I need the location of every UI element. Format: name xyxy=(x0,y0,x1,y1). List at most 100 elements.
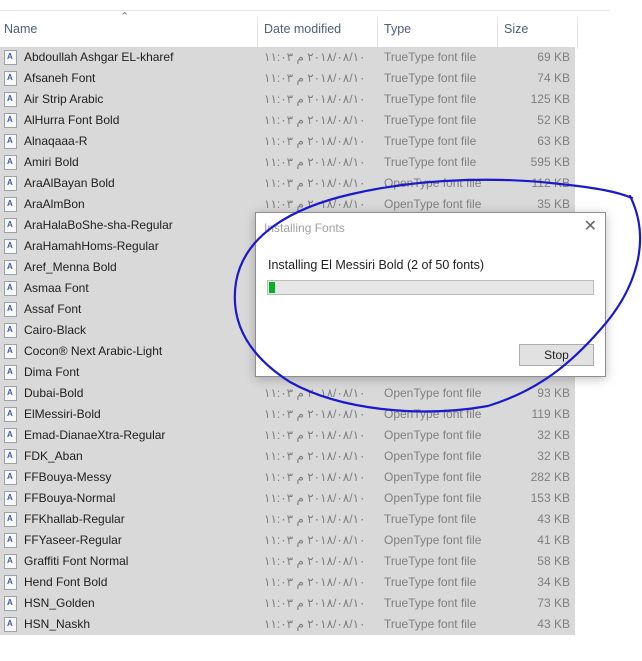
file-date: ٢٠١٨/٠٨/١٠ م ١١:٠٣ xyxy=(264,596,366,610)
file-date: ٢٠١٨/٠٨/١٠ م ١١:٠٣ xyxy=(264,449,366,463)
file-size: 153 KB xyxy=(530,491,570,505)
column-divider[interactable] xyxy=(497,17,498,49)
column-name-label: Name xyxy=(4,22,38,36)
file-date: ٢٠١٨/٠٨/١٠ م ١١:٠٣ xyxy=(264,407,366,421)
column-divider[interactable] xyxy=(257,17,258,49)
font-file-icon xyxy=(4,323,17,338)
file-name: FFKhallab-Regular xyxy=(24,512,125,526)
file-name: AraHamahHoms-Regular xyxy=(24,239,159,253)
column-divider[interactable] xyxy=(377,17,378,49)
file-size: 69 KB xyxy=(537,50,570,64)
file-row[interactable]: FFKhallab-Regular ٢٠١٨/٠٨/١٠ م ١١:٠٣ TrueT… xyxy=(0,509,575,530)
file-row[interactable]: FFYaseer-Regular ٢٠١٨/٠٨/١٠ م ١١:٠٣ OpenTy… xyxy=(0,530,575,551)
file-row[interactable]: Air Strip Arabic ٢٠١٨/٠٨/١٠ م ١١:٠٣ TrueTy… xyxy=(0,89,575,110)
column-type-label: Type xyxy=(384,22,412,36)
file-name: AraAlBayan Bold xyxy=(24,176,115,190)
file-name: FFBouya-Messy xyxy=(24,470,112,484)
file-row[interactable]: FDK_Aban ٢٠١٨/٠٨/١٠ م ١١:٠٣ OpenType font … xyxy=(0,446,575,467)
file-row[interactable]: Afsaneh Font ٢٠١٨/٠٨/١٠ م ١١:٠٣ TrueType f… xyxy=(0,68,575,89)
file-date: ٢٠١٨/٠٨/١٠ م ١١:٠٣ xyxy=(264,470,366,484)
file-size: 32 KB xyxy=(537,449,570,463)
file-type: TrueType font file xyxy=(384,617,477,631)
file-date: ٢٠١٨/٠٨/١٠ م ١١:٠٣ xyxy=(264,176,366,190)
file-date: ٢٠١٨/٠٨/١٠ م ١١:٠٣ xyxy=(264,491,366,505)
file-type: OpenType font file xyxy=(384,386,482,400)
file-name: FDK_Aban xyxy=(24,449,83,463)
file-row[interactable]: Alnaqaaa-R ٢٠١٨/٠٨/١٠ م ١١:٠٣ TrueType fon… xyxy=(0,131,575,152)
file-name: FFBouya-Normal xyxy=(24,491,116,505)
font-file-icon xyxy=(4,239,17,254)
file-name: Amiri Bold xyxy=(24,155,79,169)
file-size: 119 KB xyxy=(531,407,570,421)
file-size: 282 KB xyxy=(530,470,570,484)
file-date: ٢٠١٨/٠٨/١٠ م ١١:٠٣ xyxy=(264,71,366,85)
file-name: Cairo-Black xyxy=(24,323,87,337)
file-type: OpenType font file xyxy=(384,428,482,442)
file-date: ٢٠١٨/٠٨/١٠ م ١١:٠٣ xyxy=(264,512,366,526)
file-type: TrueType font file xyxy=(384,134,477,148)
file-size: 32 KB xyxy=(537,428,570,442)
file-type: TrueType font file xyxy=(384,113,477,127)
font-file-icon xyxy=(4,218,17,233)
file-row[interactable]: Amiri Bold ٢٠١٨/٠٨/١٠ م ١١:٠٣ TrueType fon… xyxy=(0,152,575,173)
file-row[interactable]: HSN_Golden ٢٠١٨/٠٨/١٠ م ١١:٠٣ TrueType fon… xyxy=(0,593,575,614)
file-row[interactable]: ElMessiri-Bold ٢٠١٨/٠٨/١٠ م ١١:٠٣ OpenType… xyxy=(0,404,575,425)
file-name: Aref_Menna Bold xyxy=(24,260,117,274)
file-type: TrueType font file xyxy=(384,575,477,589)
font-file-icon xyxy=(4,155,17,170)
file-size: 74 KB xyxy=(537,71,570,85)
file-size: 43 KB xyxy=(537,617,570,631)
font-file-icon xyxy=(4,554,17,569)
file-row[interactable]: Graffiti Font Normal ٢٠١٨/٠٨/١٠ م ١١:٠٣ Tr… xyxy=(0,551,575,572)
file-row[interactable]: Hend Font Bold ٢٠١٨/٠٨/١٠ م ١١:٠٣ TrueType… xyxy=(0,572,575,593)
file-name: HSN_Naskh xyxy=(24,617,91,631)
file-name: Emad-DianaeXtra-Regular xyxy=(24,428,166,442)
font-file-icon xyxy=(4,617,17,632)
file-name: FFYaseer-Regular xyxy=(24,533,122,547)
file-size: 41 KB xyxy=(537,533,570,547)
file-size: 93 KB xyxy=(537,386,570,400)
file-row[interactable]: Abdoullah Ashgar EL-kharef ٢٠١٨/٠٨/١٠ م ١… xyxy=(0,47,575,68)
file-row[interactable]: Emad-DianaeXtra-Regular ٢٠١٨/٠٨/١٠ م ١١:٠… xyxy=(0,425,575,446)
file-row[interactable]: HSN_Naskh ٢٠١٨/٠٨/١٠ م ١١:٠٣ TrueType font… xyxy=(0,614,575,635)
file-date: ٢٠١٨/٠٨/١٠ م ١١:٠٣ xyxy=(264,575,366,589)
column-divider[interactable] xyxy=(577,17,578,49)
progress-bar xyxy=(267,280,594,295)
file-row[interactable]: Dubai-Bold ٢٠١٨/٠٨/١٠ م ١١:٠٣ OpenType fon… xyxy=(0,383,575,404)
file-row[interactable]: AraAlBayan Bold ٢٠١٨/٠٨/١٠ م ١١:٠٣ OpenTyp… xyxy=(0,173,575,194)
file-size: 63 KB xyxy=(537,134,570,148)
file-type: OpenType font file xyxy=(384,176,482,190)
file-row[interactable]: FFBouya-Normal ٢٠١٨/٠٨/١٠ م ١١:٠٣ OpenType… xyxy=(0,488,575,509)
file-type: TrueType font file xyxy=(384,92,477,106)
font-file-icon xyxy=(4,470,17,485)
file-date: ٢٠١٨/٠٨/١٠ م ١١:٠٣ xyxy=(264,554,366,568)
column-size[interactable]: Size xyxy=(500,11,577,47)
file-row[interactable]: AlHurra Font Bold ٢٠١٨/٠٨/١٠ م ١١:٠٣ TrueT… xyxy=(0,110,575,131)
file-type: TrueType font file xyxy=(384,155,477,169)
column-name[interactable]: Name xyxy=(0,11,256,47)
file-name: Assaf Font xyxy=(24,302,82,316)
font-file-icon xyxy=(4,344,17,359)
file-date: ٢٠١٨/٠٨/١٠ م ١١:٠٣ xyxy=(264,50,366,64)
file-date: ٢٠١٨/٠٨/١٠ م ١١:٠٣ xyxy=(264,617,366,631)
font-file-icon xyxy=(4,386,17,401)
file-date: ٢٠١٨/٠٨/١٠ م ١١:٠٣ xyxy=(264,155,366,169)
font-file-icon xyxy=(4,302,17,317)
font-file-icon xyxy=(4,407,17,422)
stop-button[interactable]: Stop xyxy=(519,344,594,366)
font-file-icon xyxy=(4,365,17,380)
column-date[interactable]: Date modified xyxy=(260,11,378,47)
file-date: ٢٠١٨/٠٨/١٠ م ١١:٠٣ xyxy=(264,134,366,148)
file-date: ٢٠١٨/٠٨/١٠ م ١١:٠٣ xyxy=(264,533,366,547)
font-file-icon xyxy=(4,281,17,296)
file-size: 34 KB xyxy=(537,575,570,589)
file-type: TrueType font file xyxy=(384,554,477,568)
column-size-label: Size xyxy=(504,22,529,36)
file-date: ٢٠١٨/٠٨/١٠ م ١١:٠٣ xyxy=(264,428,366,442)
font-file-icon xyxy=(4,449,17,464)
file-row[interactable]: FFBouya-Messy ٢٠١٨/٠٨/١٠ م ١١:٠٣ OpenType … xyxy=(0,467,575,488)
column-header: ⌃ Name Date modified Type Size xyxy=(0,10,610,49)
column-type[interactable]: Type xyxy=(380,11,498,47)
file-type: TrueType font file xyxy=(384,50,477,64)
close-icon[interactable]: ✕ xyxy=(584,216,597,236)
